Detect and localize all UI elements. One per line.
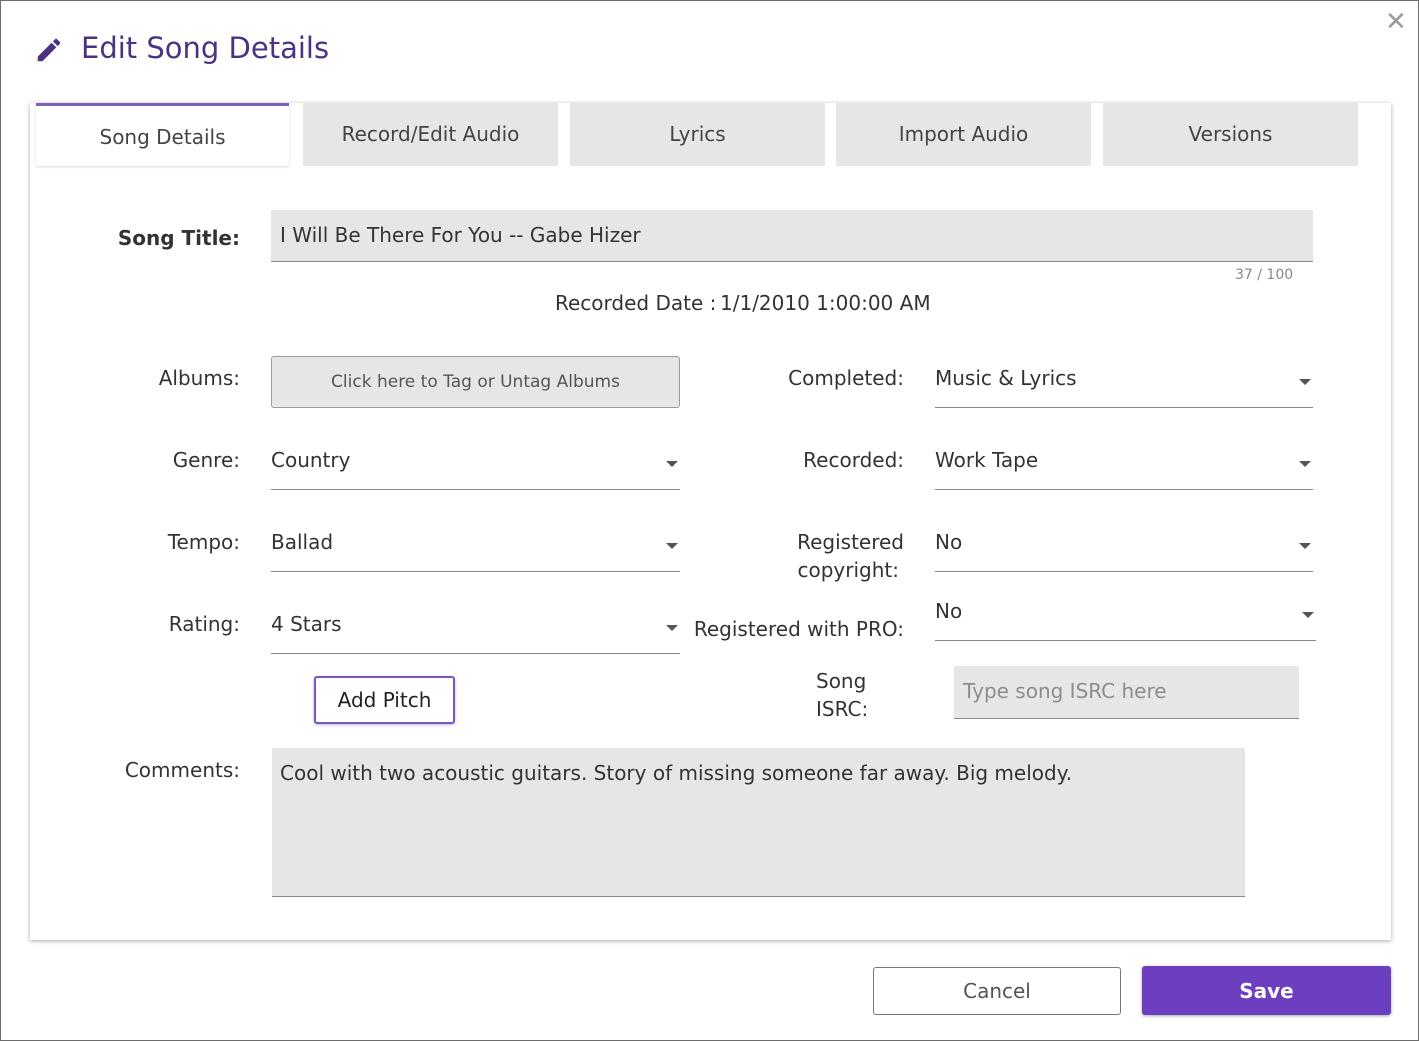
chevron-down-icon [1299,379,1311,385]
recorded-value: Work Tape [935,448,1039,472]
rating-select[interactable]: 4 Stars [271,612,680,654]
tab-song-details[interactable]: Song Details [36,103,289,166]
dialog-title: Edit Song Details [81,31,330,65]
chevron-down-icon [1302,612,1314,618]
isrc-placeholder: Type song ISRC here [963,679,1167,703]
genre-value: Country [271,448,351,472]
edit-song-dialog: ✕ Edit Song Details Song Details Record/… [0,0,1419,1041]
tempo-select[interactable]: Ballad [271,530,680,572]
registered-pro-label: Registered with PRO: [693,617,904,641]
pencil-icon [37,38,61,62]
close-icon[interactable]: ✕ [1385,9,1407,35]
chevron-down-icon [1299,543,1311,549]
song-title-label: Song Title: [117,226,240,250]
comments-label: Comments: [124,758,240,782]
recorded-date-label: Recorded Date : [555,291,717,315]
save-button[interactable]: Save [1142,966,1391,1015]
tempo-label: Tempo: [167,530,240,554]
chevron-down-icon [666,625,678,631]
completed-value: Music & Lyrics [935,366,1077,390]
tempo-value: Ballad [271,530,334,554]
chevron-down-icon [666,543,678,549]
tag-albums-button[interactable]: Click here to Tag or Untag Albums [271,356,680,408]
tab-record-edit-audio[interactable]: Record/Edit Audio [303,103,558,166]
completed-label: Completed: [788,366,904,390]
rating-label: Rating: [168,612,240,636]
song-title-value: I Will Be There For You -- Gabe Hizer [280,223,641,247]
song-title-counter: 37 / 100 [1235,267,1294,283]
albums-label: Albums: [158,366,240,390]
completed-select[interactable]: Music & Lyrics [935,366,1313,408]
registered-pro-value: No [935,599,963,623]
isrc-label-line1: Song [816,669,867,693]
tab-import-audio[interactable]: Import Audio [836,103,1091,166]
recorded-date-value: 1/1/2010 1:00:00 AM [720,291,931,315]
tab-lyrics[interactable]: Lyrics [570,103,825,166]
rating-value: 4 Stars [271,612,342,636]
genre-label: Genre: [172,448,240,472]
chevron-down-icon [666,461,678,467]
registered-copyright-value: No [935,530,963,554]
recorded-select[interactable]: Work Tape [935,448,1313,490]
chevron-down-icon [1299,461,1311,467]
isrc-label-line2: ISRC: [816,697,869,721]
registered-copyright-label-line1: Registered [797,530,904,554]
recorded-label: Recorded: [803,448,904,472]
cancel-button[interactable]: Cancel [873,967,1121,1015]
tab-versions[interactable]: Versions [1103,103,1358,166]
registered-copyright-select[interactable]: No [935,530,1313,572]
registered-pro-select[interactable]: No [935,599,1316,641]
add-pitch-button[interactable]: Add Pitch [314,676,455,724]
comments-value: Cool with two acoustic guitars. Story of… [280,761,1073,785]
registered-copyright-label-line2: copyright: [797,558,900,582]
genre-select[interactable]: Country [271,448,680,490]
